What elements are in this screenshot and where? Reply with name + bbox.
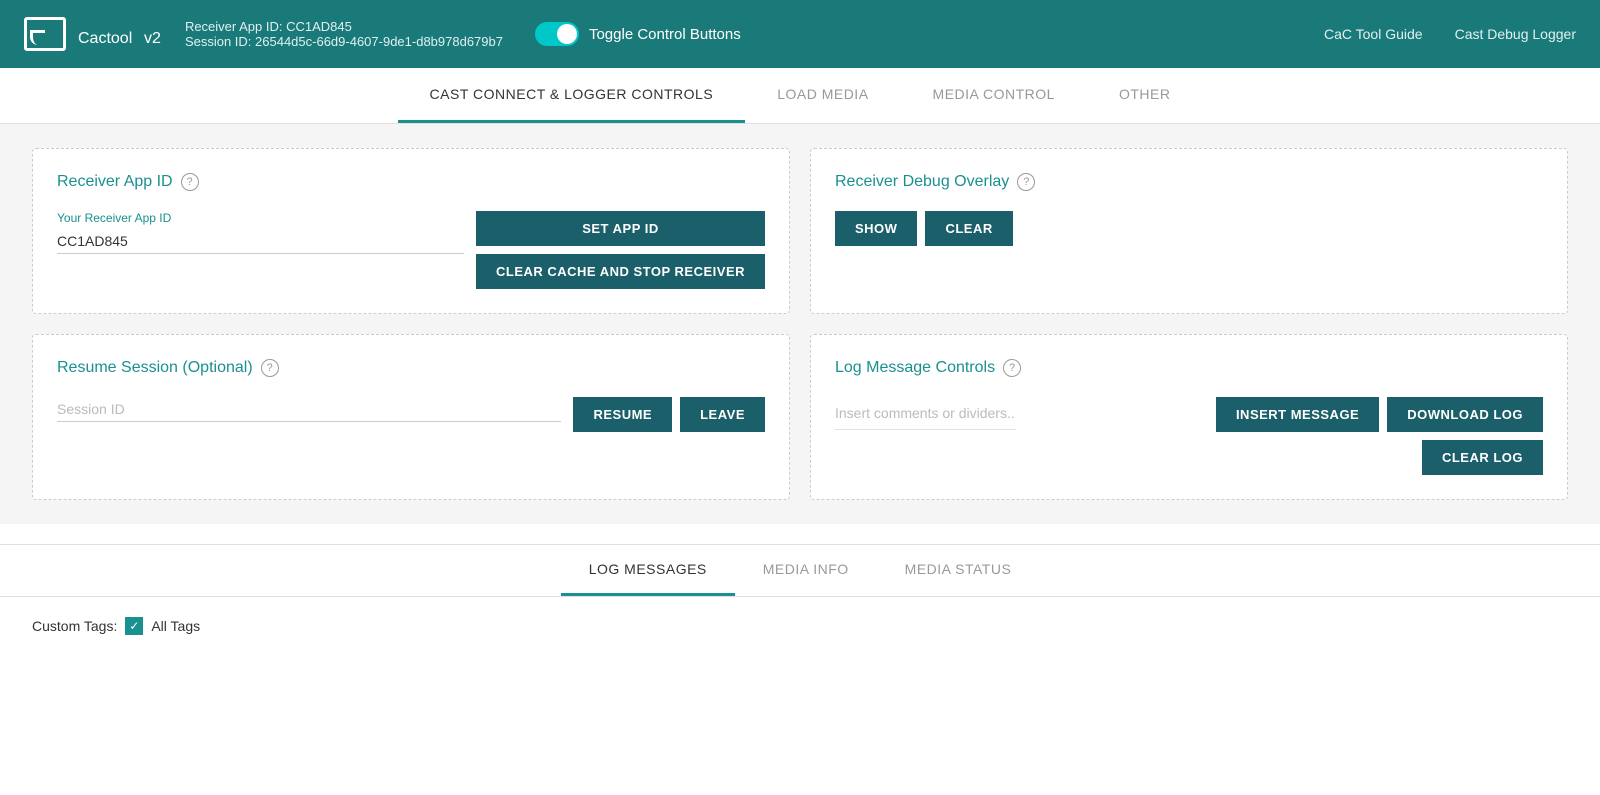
receiver-debug-overlay-buttons: SHOW CLEAR bbox=[835, 211, 1543, 246]
receiver-app-id-buttons: SET APP ID CLEAR CACHE AND STOP RECEIVER bbox=[476, 211, 765, 289]
log-content: Custom Tags: All Tags bbox=[0, 597, 1600, 655]
card-grid: Receiver App ID ? Your Receiver App ID S… bbox=[32, 148, 1568, 500]
log-message-controls-title-text: Log Message Controls bbox=[835, 359, 995, 377]
all-tags-checkbox[interactable] bbox=[125, 617, 143, 635]
toggle-label: Toggle Control Buttons bbox=[589, 26, 741, 43]
set-app-id-button[interactable]: SET APP ID bbox=[476, 211, 765, 246]
tab-load-media[interactable]: LOAD MEDIA bbox=[745, 68, 900, 123]
toggle-control-buttons[interactable] bbox=[535, 22, 579, 46]
receiver-app-id-title-text: Receiver App ID bbox=[57, 173, 173, 191]
receiver-app-id-card: Receiver App ID ? Your Receiver App ID S… bbox=[32, 148, 790, 314]
log-message-controls-body: INSERT MESSAGE DOWNLOAD LOG CLEAR LOG bbox=[835, 397, 1543, 475]
tab-other[interactable]: OTHER bbox=[1087, 68, 1203, 123]
log-message-controls-card: Log Message Controls ? INSERT MESSAGE DO… bbox=[810, 334, 1568, 500]
resume-session-body: RESUME LEAVE bbox=[57, 397, 765, 432]
resume-session-card: Resume Session (Optional) ? RESUME LEAVE bbox=[32, 334, 790, 500]
receiver-app-id-input-label: Your Receiver App ID bbox=[57, 211, 464, 225]
log-message-controls-help-icon[interactable]: ? bbox=[1003, 359, 1021, 377]
resume-session-buttons: RESUME LEAVE bbox=[573, 397, 765, 432]
custom-tags-label: Custom Tags: bbox=[32, 618, 117, 634]
download-log-button[interactable]: DOWNLOAD LOG bbox=[1387, 397, 1543, 432]
log-message-buttons: INSERT MESSAGE DOWNLOAD LOG CLEAR LOG bbox=[1216, 397, 1543, 475]
top-tab-nav: CAST CONNECT & LOGGER CONTROLS LOAD MEDI… bbox=[0, 68, 1600, 124]
logo-name: Cactool bbox=[78, 30, 132, 47]
logo-version: v2 bbox=[144, 30, 161, 47]
receiver-app-id-title: Receiver App ID ? bbox=[57, 173, 765, 191]
main-content: CAST CONNECT & LOGGER CONTROLS LOAD MEDI… bbox=[0, 68, 1600, 795]
receiver-debug-overlay-help-icon[interactable]: ? bbox=[1017, 173, 1035, 191]
all-tags-label: All Tags bbox=[151, 618, 200, 634]
log-tab-media-status[interactable]: MEDIA STATUS bbox=[877, 545, 1040, 596]
custom-tags-row: Custom Tags: All Tags bbox=[32, 617, 1568, 635]
resume-session-title: Resume Session (Optional) ? bbox=[57, 359, 765, 377]
header-info: Receiver App ID: CC1AD845 Session ID: 26… bbox=[185, 19, 503, 49]
session-id-header: Session ID: 26544d5c-66d9-4607-9de1-d8b9… bbox=[185, 34, 503, 49]
log-message-input-group bbox=[835, 397, 1204, 430]
receiver-app-id-header: Receiver App ID: CC1AD845 bbox=[185, 19, 503, 34]
clear-cache-button[interactable]: CLEAR CACHE AND STOP RECEIVER bbox=[476, 254, 765, 289]
receiver-debug-overlay-card: Receiver Debug Overlay ? SHOW CLEAR bbox=[810, 148, 1568, 314]
resume-session-title-text: Resume Session (Optional) bbox=[57, 359, 253, 377]
receiver-debug-overlay-title-text: Receiver Debug Overlay bbox=[835, 173, 1009, 191]
receiver-debug-overlay-title: Receiver Debug Overlay ? bbox=[835, 173, 1543, 191]
resume-button[interactable]: RESUME bbox=[573, 397, 672, 432]
log-tab-messages[interactable]: LOG MESSAGES bbox=[561, 545, 735, 596]
tab-media-control[interactable]: MEDIA CONTROL bbox=[901, 68, 1087, 123]
log-section: LOG MESSAGES MEDIA INFO MEDIA STATUS Cus… bbox=[0, 544, 1600, 655]
leave-button[interactable]: LEAVE bbox=[680, 397, 765, 432]
cac-tool-guide-link[interactable]: CaC Tool Guide bbox=[1324, 26, 1423, 42]
receiver-app-id-help-icon[interactable]: ? bbox=[181, 173, 199, 191]
logo-section: Cactool v2 bbox=[24, 17, 161, 51]
tab-cast-connect[interactable]: CAST CONNECT & LOGGER CONTROLS bbox=[398, 68, 746, 123]
receiver-app-id-body: Your Receiver App ID SET APP ID CLEAR CA… bbox=[57, 211, 765, 289]
clear-log-button[interactable]: CLEAR LOG bbox=[1422, 440, 1543, 475]
receiver-app-id-input-group: Your Receiver App ID bbox=[57, 211, 464, 254]
log-buttons-row1: INSERT MESSAGE DOWNLOAD LOG bbox=[1216, 397, 1543, 432]
session-id-input[interactable] bbox=[57, 397, 561, 422]
app-header: Cactool v2 Receiver App ID: CC1AD845 Ses… bbox=[0, 0, 1600, 68]
content-area: Receiver App ID ? Your Receiver App ID S… bbox=[0, 124, 1600, 524]
insert-message-button[interactable]: INSERT MESSAGE bbox=[1216, 397, 1379, 432]
log-message-controls-title: Log Message Controls ? bbox=[835, 359, 1543, 377]
receiver-app-id-input[interactable] bbox=[57, 229, 464, 254]
logo-text: Cactool v2 bbox=[78, 18, 161, 50]
session-id-input-group bbox=[57, 397, 561, 422]
show-overlay-button[interactable]: SHOW bbox=[835, 211, 917, 246]
log-message-input[interactable] bbox=[835, 397, 1016, 430]
toggle-section: Toggle Control Buttons bbox=[535, 22, 741, 46]
log-tab-nav: LOG MESSAGES MEDIA INFO MEDIA STATUS bbox=[0, 545, 1600, 597]
resume-session-help-icon[interactable]: ? bbox=[261, 359, 279, 377]
clear-overlay-button[interactable]: CLEAR bbox=[925, 211, 1012, 246]
cast-debug-logger-link[interactable]: Cast Debug Logger bbox=[1455, 26, 1576, 42]
header-nav: CaC Tool Guide Cast Debug Logger bbox=[1324, 26, 1576, 42]
cast-logo-icon bbox=[24, 17, 66, 51]
log-tab-media-info[interactable]: MEDIA INFO bbox=[735, 545, 877, 596]
